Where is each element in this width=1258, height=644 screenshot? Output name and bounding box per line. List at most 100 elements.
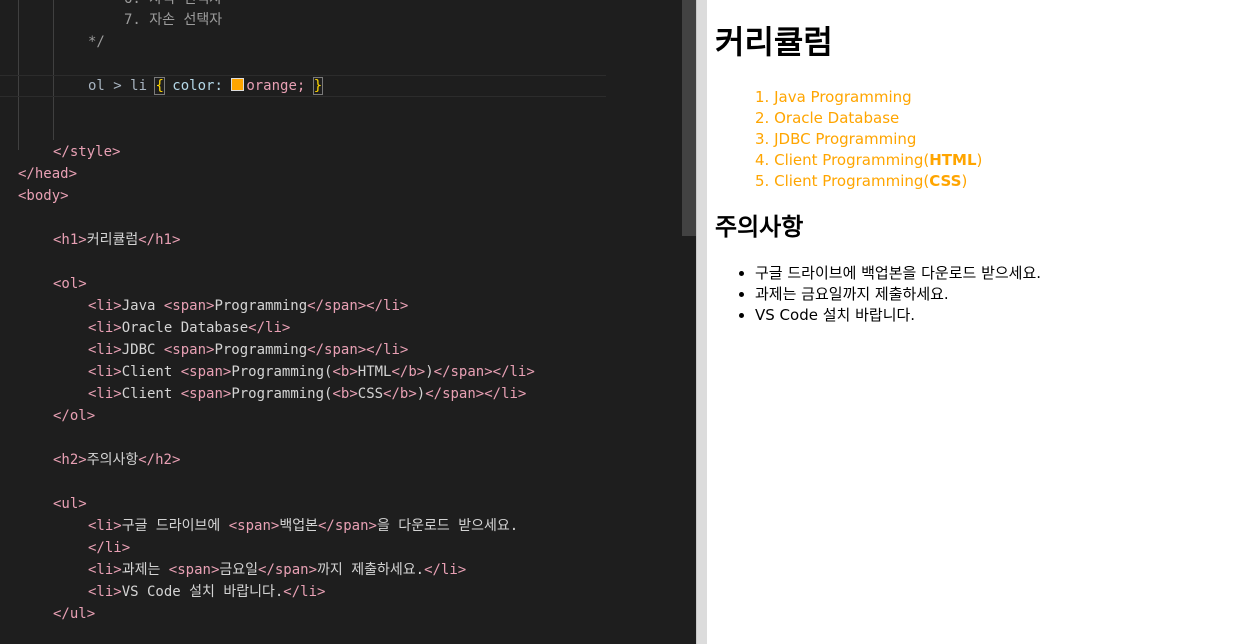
code-token: */ — [88, 34, 105, 50]
code-token: </ul> — [53, 606, 96, 622]
curriculum-item: 4. Client Programming(HTML) — [755, 150, 982, 171]
code-token: </li> — [88, 540, 131, 556]
code-line[interactable]: </ol> — [53, 405, 95, 427]
notice-list: 구글 드라이브에 백업본을 다운로드 받으세요.과제는 금요일까지 제출하세요.… — [715, 263, 1041, 326]
code-token: </li> — [248, 320, 291, 336]
code-token: 까지 제출하세요. — [317, 562, 425, 578]
preview-h1: 커리큘럼 — [715, 23, 833, 61]
code-token: 6. 자식 선택자 — [124, 0, 222, 7]
code-token: Programming — [214, 298, 308, 314]
code-token: <body> — [18, 188, 69, 204]
item-text: 4. — [755, 151, 775, 169]
code-line[interactable]: <li>과제는 <span>금요일</span>까지 제출하세요.</li> — [88, 559, 466, 581]
code-line[interactable]: <li>구글 드라이브에 <span>백업본</span>을 다운로드 받으세요… — [88, 515, 518, 537]
code-token: Programming( — [231, 364, 333, 380]
code-line[interactable]: <li>JDBC <span>Programming</span></li> — [88, 339, 408, 361]
code-token: <b> — [332, 364, 358, 380]
code-token: 백업본 — [279, 518, 318, 534]
code-line[interactable]: <li>VS Code 설치 바랍니다.</li> — [88, 581, 325, 603]
code-token: </span></li> — [307, 342, 409, 358]
code-token: 과제는 — [121, 562, 169, 578]
notice-item: 구글 드라이브에 백업본을 다운로드 받으세요. — [755, 263, 1041, 284]
code-line[interactable]: <h2>주의사항</h2> — [53, 449, 180, 471]
code-token: ) — [416, 386, 426, 402]
code-line[interactable]: <li>Client <span>Programming(<b>CSS</b>)… — [88, 383, 526, 405]
code-token: Client — [121, 364, 181, 380]
code-token: </span></li> — [433, 364, 535, 380]
code-token: <li> — [88, 364, 122, 380]
item-text: ) — [976, 151, 983, 169]
item-text: 3. — [755, 130, 775, 148]
code-line[interactable]: <body> — [18, 185, 69, 207]
code-token: ol > li — [88, 78, 156, 94]
code-line[interactable]: */ — [88, 31, 105, 53]
code-token: <li> — [88, 342, 122, 358]
code-line[interactable]: </head> — [18, 163, 77, 185]
code-token: </span></li> — [307, 298, 409, 314]
item-text: 2. — [755, 109, 775, 127]
item-text: Client Programming( — [774, 151, 930, 169]
code-token: color: — [163, 78, 232, 94]
code-token: </span> — [317, 518, 377, 534]
code-token: <span> — [168, 562, 220, 578]
code-token: 커리큘럼 — [86, 232, 139, 248]
code-token: Oracle Database — [121, 320, 249, 336]
code-token: </span> — [258, 562, 318, 578]
split-divider[interactable] — [696, 0, 707, 644]
code-line[interactable]: <li>Client <span>Programming(<b>HTML</b>… — [88, 361, 535, 383]
code-token: <li> — [88, 320, 122, 336]
item-text: ) — [961, 172, 968, 190]
code-token: } — [312, 77, 324, 95]
bold-text: HTML — [929, 151, 977, 169]
code-token: ) — [425, 364, 434, 380]
code-token: <li> — [88, 386, 122, 402]
code-token: <h2> — [53, 452, 87, 468]
item-text: JDBC Programming — [774, 130, 917, 148]
code-token: <li> — [88, 518, 122, 534]
code-line[interactable]: <ol> — [53, 273, 87, 295]
bold-text: CSS — [929, 172, 962, 190]
code-token: HTML — [357, 364, 392, 380]
curriculum-list: 1. Java Programming 2. Oracle Database 3. … — [715, 87, 982, 192]
preview-h2: 주의사항 — [715, 213, 804, 241]
code-line[interactable]: <li>Oracle Database</li> — [88, 317, 290, 339]
code-line[interactable]: <li>Java <span>Programming</span></li> — [88, 295, 408, 317]
code-line[interactable]: 7. 자손 선택자 — [124, 9, 222, 31]
editor-scrollbar-thumb[interactable] — [682, 0, 696, 236]
code-token: <b> — [332, 386, 358, 402]
code-token: Programming( — [231, 386, 333, 402]
code-line[interactable]: ol > li { color: orange; } — [88, 75, 324, 97]
code-token: </span></li> — [425, 386, 527, 402]
code-token: </h1> — [138, 232, 181, 248]
code-token: <span> — [180, 364, 232, 380]
code-token: JDBC — [121, 342, 164, 358]
code-line[interactable]: <h1>커리큘럼</h1> — [53, 229, 180, 251]
code-token: <span> — [180, 386, 232, 402]
code-token: <h1> — [53, 232, 87, 248]
code-token: Programming — [214, 342, 308, 358]
curriculum-item: 3. JDBC Programming — [755, 129, 982, 150]
code-line[interactable]: </style> — [53, 141, 120, 163]
item-text: Oracle Database — [774, 109, 900, 127]
code-line[interactable]: </li> — [88, 537, 130, 559]
code-token: <span> — [163, 342, 215, 358]
code-token: <ol> — [53, 276, 87, 292]
code-token: <li> — [88, 584, 122, 600]
code-token: <ul> — [53, 496, 87, 512]
code-token: </h2> — [138, 452, 181, 468]
item-text: 5. — [755, 172, 775, 190]
code-token: Client — [121, 386, 181, 402]
code-token: 7. 자손 선택자 — [124, 12, 223, 28]
code-token: </b> — [383, 386, 417, 402]
code-line[interactable]: <ul> — [53, 493, 87, 515]
code-token: 을 다운로드 받으세요. — [376, 518, 519, 534]
item-text: Java Programming — [774, 88, 912, 106]
code-editor[interactable]: 6. 자식 선택자 7. 자손 선택자 */ ol > li { color: ora… — [0, 0, 682, 644]
code-token: </ol> — [53, 408, 96, 424]
code-token: 금요일 — [219, 562, 259, 578]
code-token: </li> — [424, 562, 467, 578]
code-token: 구글 드라이브에 — [121, 518, 229, 534]
code-token: 주의사항 — [86, 452, 139, 468]
code-line[interactable]: </ul> — [53, 603, 95, 625]
indent-guide — [53, 0, 54, 140]
